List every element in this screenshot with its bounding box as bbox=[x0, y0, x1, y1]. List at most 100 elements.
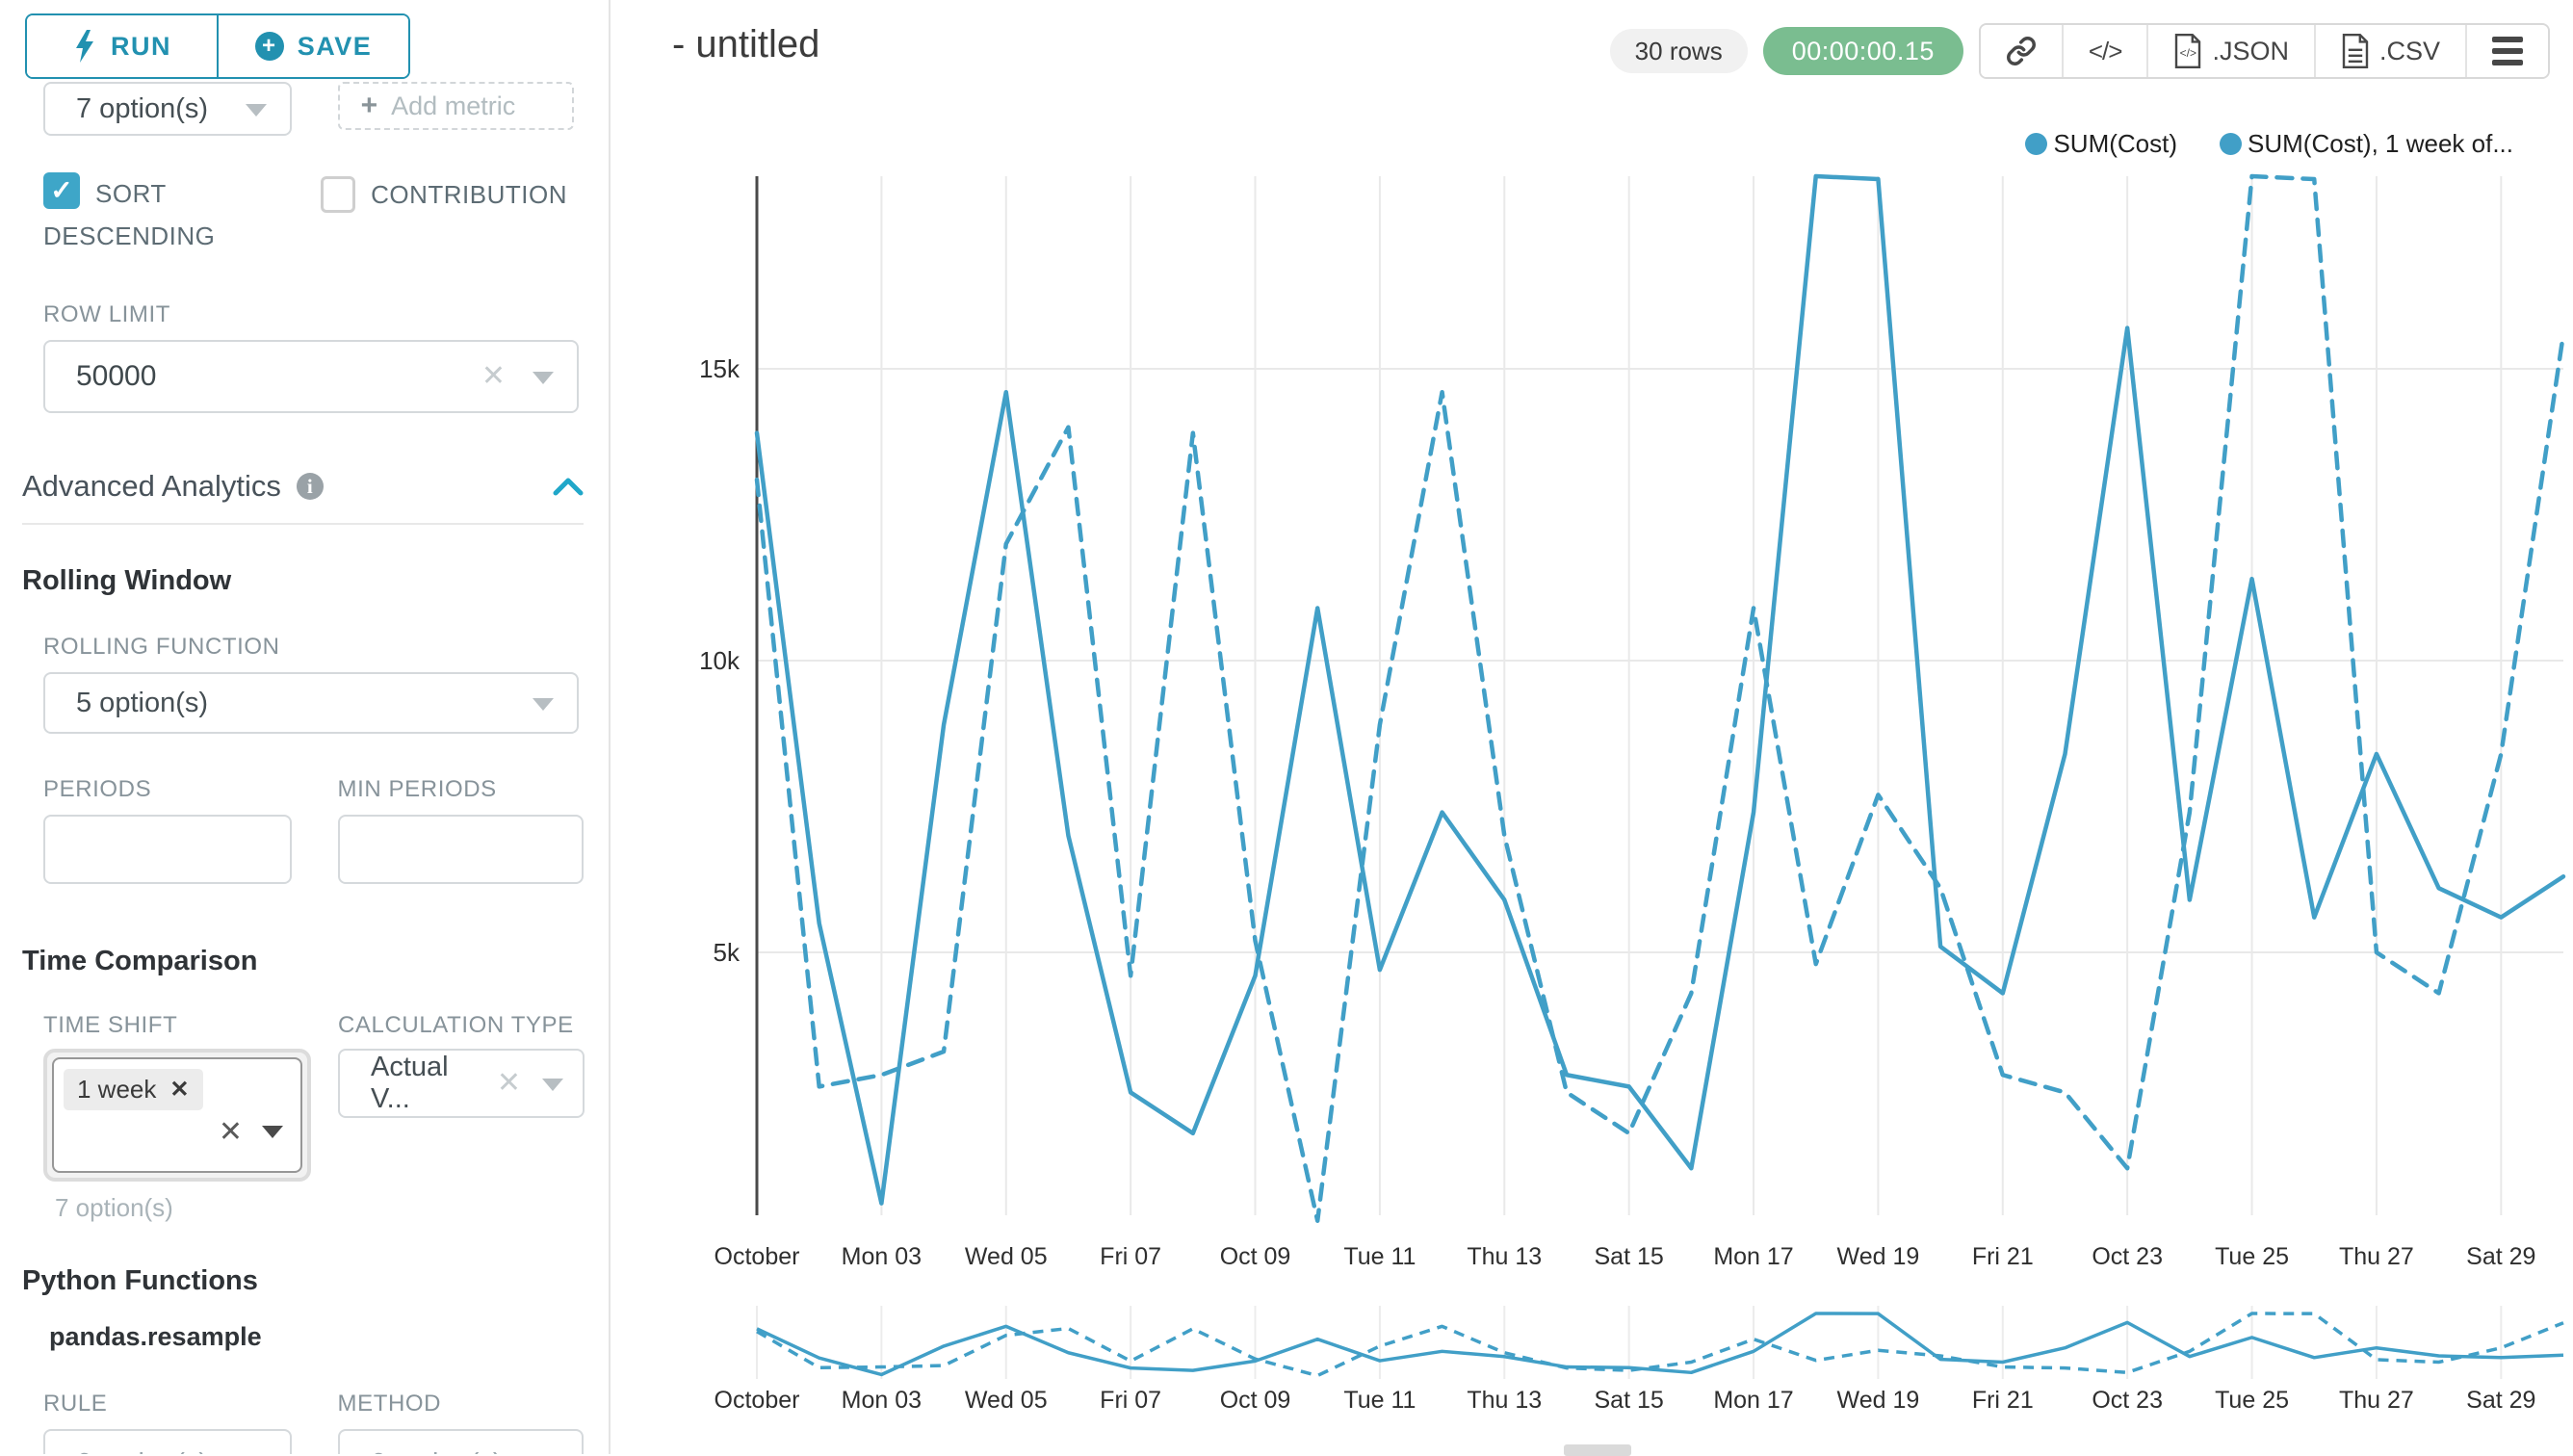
time-comparison-title: Time Comparison bbox=[22, 946, 584, 977]
clear-icon[interactable]: ✕ bbox=[219, 1115, 243, 1149]
svg-text:Mon 17: Mon 17 bbox=[1713, 1387, 1793, 1414]
chart-panel: - untitled 30 rows 00:00:00.15 </> </> .… bbox=[612, 0, 2573, 1454]
svg-text:October: October bbox=[715, 1387, 800, 1414]
periods-label: PERIODS bbox=[43, 776, 292, 803]
legend-item-sum-cost[interactable]: SUM(Cost) bbox=[2025, 129, 2177, 159]
dashed-series-line bbox=[757, 176, 2563, 1221]
svg-text:Tue 25: Tue 25 bbox=[2215, 1243, 2289, 1270]
contribution-checkbox[interactable] bbox=[321, 176, 355, 213]
time-shift-helper: 7 option(s) bbox=[55, 1193, 292, 1223]
time-shift-select[interactable]: 1 week ✕ ✕ bbox=[43, 1049, 311, 1182]
sort-descending-control: ✓ SORT DESCENDING bbox=[43, 172, 274, 257]
svg-text:Thu 27: Thu 27 bbox=[2339, 1243, 2414, 1270]
chevron-up-icon[interactable] bbox=[553, 477, 584, 496]
tag-remove-icon[interactable]: ✕ bbox=[169, 1076, 189, 1104]
caret-down-icon bbox=[533, 372, 554, 384]
svg-text:Mon 17: Mon 17 bbox=[1713, 1243, 1793, 1270]
svg-text:Wed 19: Wed 19 bbox=[1837, 1387, 1920, 1414]
legend-label: SUM(Cost), 1 week of... bbox=[2248, 129, 2513, 159]
row-limit-label: ROW LIMIT bbox=[43, 301, 584, 328]
svg-text:Oct 23: Oct 23 bbox=[2092, 1243, 2163, 1270]
control-panel: RUN + SAVE 7 option(s) + Add metric ✓ SO… bbox=[0, 0, 611, 1454]
calculation-type-value: Actual V... bbox=[371, 1052, 490, 1115]
svg-text:Tue 11: Tue 11 bbox=[1343, 1243, 1416, 1270]
svg-text:Thu 13: Thu 13 bbox=[1467, 1387, 1542, 1414]
query-actions: RUN + SAVE bbox=[25, 13, 410, 79]
svg-text:Wed 19: Wed 19 bbox=[1837, 1243, 1920, 1270]
method-label: METHOD bbox=[338, 1391, 585, 1417]
pandas-resample-label: pandas.resample bbox=[49, 1322, 584, 1352]
info-icon: i bbox=[297, 473, 324, 500]
svg-text:Sat 15: Sat 15 bbox=[1595, 1243, 1664, 1270]
svg-text:Fri 21: Fri 21 bbox=[1972, 1387, 2034, 1414]
range-selector-handle[interactable] bbox=[1564, 1444, 1631, 1456]
periods-input[interactable] bbox=[43, 815, 292, 884]
rolling-function-label: ROLLING FUNCTION bbox=[43, 634, 584, 661]
caret-down-icon bbox=[246, 104, 267, 117]
rule-method-row: RULE 6 option(s) METHOD 6 option(s) bbox=[43, 1391, 584, 1454]
calculation-type-label: CALCULATION TYPE bbox=[338, 1012, 585, 1039]
plus-circle-icon: + bbox=[255, 32, 284, 61]
lightning-icon bbox=[72, 30, 97, 63]
legend-label: SUM(Cost) bbox=[2053, 129, 2177, 159]
rolling-function-value: 5 option(s) bbox=[76, 688, 208, 719]
time-shift-tag-label: 1 week bbox=[77, 1075, 156, 1105]
timeseries-chart-canvas[interactable]: October October Mon 03 Mon 03 Wed 05 Wed 05 Fr… bbox=[612, 0, 2573, 1454]
svg-text:Sat 29: Sat 29 bbox=[2466, 1243, 2535, 1270]
svg-text:Oct 09: Oct 09 bbox=[1220, 1387, 1291, 1414]
min-periods-input[interactable] bbox=[338, 815, 585, 884]
svg-text:Tue 11: Tue 11 bbox=[1343, 1387, 1416, 1414]
svg-text:15k: 15k bbox=[699, 354, 741, 383]
add-metric-button[interactable]: + Add metric bbox=[338, 82, 574, 130]
caret-down-icon bbox=[533, 698, 554, 711]
min-periods-label: MIN PERIODS bbox=[338, 776, 585, 803]
svg-text:October: October bbox=[715, 1243, 800, 1270]
svg-text:Mon 03: Mon 03 bbox=[842, 1387, 922, 1414]
rolling-window-title: Rolling Window bbox=[22, 565, 584, 597]
svg-text:Wed 05: Wed 05 bbox=[965, 1243, 1048, 1270]
svg-text:5k: 5k bbox=[714, 938, 741, 967]
rule-label: RULE bbox=[43, 1391, 292, 1417]
calculation-type-select[interactable]: Actual V... ✕ bbox=[338, 1049, 585, 1118]
method-select[interactable]: 6 option(s) bbox=[338, 1429, 585, 1454]
mini-dashed-series-line bbox=[757, 1313, 2563, 1376]
caret-down-icon bbox=[542, 1079, 563, 1091]
run-button[interactable]: RUN bbox=[27, 15, 217, 77]
series-limit-select[interactable]: 7 option(s) bbox=[43, 82, 292, 136]
contribution-control: CONTRIBUTION bbox=[321, 172, 567, 257]
svg-text:Fri 07: Fri 07 bbox=[1100, 1243, 1161, 1270]
svg-text:Tue 25: Tue 25 bbox=[2215, 1387, 2289, 1414]
add-metric-label: Add metric bbox=[391, 91, 515, 121]
row-limit-select[interactable]: 50000 ✕ bbox=[43, 340, 579, 413]
svg-text:Oct 23: Oct 23 bbox=[2092, 1387, 2163, 1414]
sort-descending-checkbox[interactable]: ✓ bbox=[43, 172, 80, 209]
svg-text:Oct 09: Oct 09 bbox=[1220, 1243, 1291, 1270]
clear-icon[interactable]: ✕ bbox=[497, 1067, 521, 1100]
python-functions-title: Python Functions bbox=[22, 1265, 584, 1297]
mini-solid-series-line bbox=[757, 1313, 2563, 1374]
legend-item-sum-cost-shifted[interactable]: SUM(Cost), 1 week of... bbox=[2220, 129, 2513, 159]
row-limit-value: 50000 bbox=[76, 360, 156, 393]
time-shift-label: TIME SHIFT bbox=[43, 1012, 292, 1039]
metrics-row: 7 option(s) + Add metric bbox=[43, 82, 584, 136]
time-comparison-row: TIME SHIFT 1 week ✕ ✕ 7 option(s) bbox=[43, 1012, 584, 1223]
rolling-function-select[interactable]: 5 option(s) bbox=[43, 672, 579, 734]
svg-text:10k: 10k bbox=[699, 646, 741, 675]
svg-text:Mon 03: Mon 03 bbox=[842, 1243, 922, 1270]
contribution-label: CONTRIBUTION bbox=[371, 176, 567, 213]
legend-dot bbox=[2220, 133, 2242, 155]
svg-text:Thu 27: Thu 27 bbox=[2339, 1387, 2414, 1414]
rule-select[interactable]: 6 option(s) bbox=[43, 1429, 292, 1454]
series-limit-value: 7 option(s) bbox=[76, 93, 208, 125]
advanced-analytics-header[interactable]: Advanced Analytics i bbox=[22, 469, 584, 525]
svg-text:Wed 05: Wed 05 bbox=[965, 1387, 1048, 1414]
svg-text:Sat 15: Sat 15 bbox=[1595, 1387, 1664, 1414]
plus-icon: + bbox=[361, 90, 378, 122]
save-button[interactable]: + SAVE bbox=[217, 15, 408, 77]
time-shift-tag[interactable]: 1 week ✕ bbox=[64, 1069, 203, 1110]
run-label: RUN bbox=[111, 32, 171, 62]
svg-text:Thu 13: Thu 13 bbox=[1467, 1243, 1542, 1270]
method-value: 6 option(s) bbox=[371, 1448, 503, 1455]
svg-text:Fri 21: Fri 21 bbox=[1972, 1243, 2034, 1270]
clear-icon[interactable]: ✕ bbox=[481, 360, 506, 393]
